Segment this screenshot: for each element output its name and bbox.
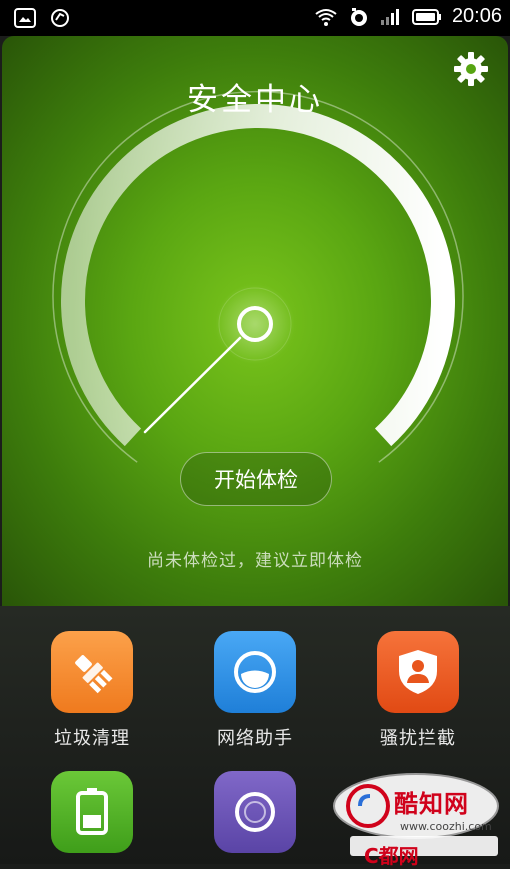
tile-harassment-block[interactable]: 骚扰拦截: [358, 631, 478, 750]
gauge-needle: [143, 336, 242, 434]
watermark-line1: 酷知网: [394, 790, 469, 818]
start-scan-button[interactable]: 开始体检: [180, 452, 332, 506]
tile-junk-cleanup[interactable]: 垃圾清理: [32, 631, 152, 750]
score-gauge: [52, 90, 464, 463]
tile-network-assistant[interactable]: 网络助手: [195, 631, 315, 750]
shield-user-icon: [377, 631, 459, 713]
tile-label: 网络助手: [217, 728, 293, 749]
ring-icon: [214, 771, 296, 853]
tile-label: 垃圾清理: [54, 728, 130, 749]
broom-icon: [51, 631, 133, 713]
watermark-line3: C都网: [364, 844, 419, 868]
gauge-arc: [61, 104, 455, 447]
tile-battery[interactable]: [32, 771, 152, 864]
tile-optimize[interactable]: [195, 771, 315, 864]
tile-label: 骚扰拦截: [380, 728, 456, 749]
network-icon: [214, 631, 296, 713]
watermark-line2: www.coozhi.com: [400, 820, 492, 833]
watermark: 酷知网 www.coozhi.com C都网: [330, 770, 502, 868]
scan-hint-text: 尚未体检过，建议立即体检: [147, 551, 363, 571]
battery-icon: [51, 771, 133, 853]
